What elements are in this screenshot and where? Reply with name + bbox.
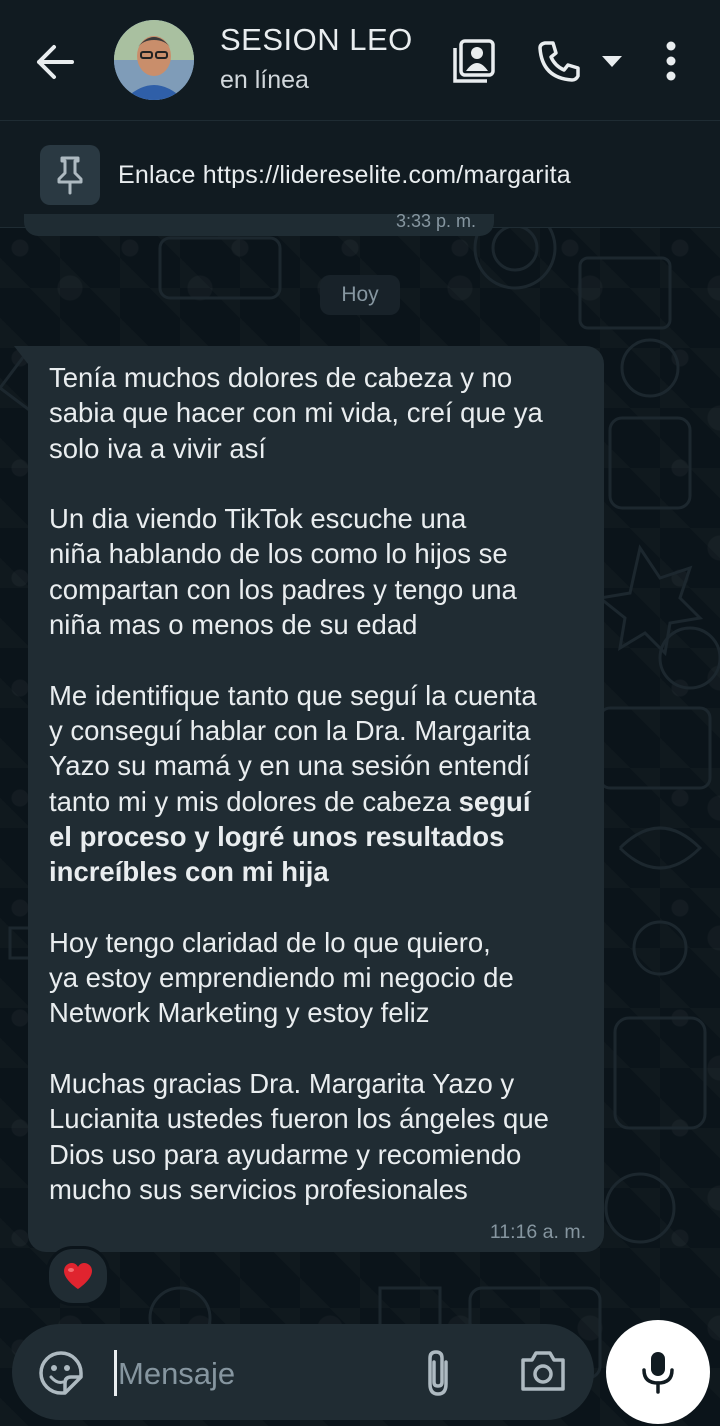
message-paragraph-4: Hoy tengo claridad de lo que quiero, ya … <box>49 926 514 1029</box>
pin-icon <box>57 156 83 195</box>
contacts-button[interactable] <box>450 36 498 86</box>
pinned-message-bar[interactable]: Enlace https://lidereselite.com/margarit… <box>0 121 720 228</box>
contact-status: en línea <box>220 66 309 94</box>
paperclip-icon <box>428 1350 448 1396</box>
message-timestamp: 11:16 a. m. <box>489 1221 586 1243</box>
contacts-icon <box>453 39 495 83</box>
message-composer <box>12 1324 594 1420</box>
chat-header: SESION LEO en línea <box>0 0 720 121</box>
call-options-dropdown[interactable] <box>598 36 626 86</box>
text-cursor <box>114 1350 117 1396</box>
heart-icon <box>64 1263 92 1289</box>
voice-message-button[interactable] <box>606 1320 710 1424</box>
camera-icon <box>521 1351 565 1391</box>
contact-avatar[interactable] <box>114 20 194 100</box>
phone-icon <box>538 41 580 82</box>
more-vert-icon <box>666 41 676 81</box>
contact-name[interactable]: SESION LEO <box>220 22 413 58</box>
microphone-icon <box>642 1352 674 1394</box>
pin-badge <box>40 145 100 205</box>
pinned-message-text: Enlace https://lidereselite.com/margarit… <box>118 161 571 189</box>
previous-message-time: 3:33 p. m. <box>24 214 494 236</box>
emoji-sticker-button[interactable] <box>38 1350 84 1396</box>
date-separator: Hoy <box>320 275 400 315</box>
message-paragraph-5: Muchas gracias Dra. Margarita Yazo y Luc… <box>49 1067 549 1205</box>
back-arrow-icon <box>37 45 74 79</box>
sticker-emoji-icon <box>39 1351 83 1395</box>
back-button[interactable] <box>28 36 80 88</box>
attach-button[interactable] <box>416 1348 462 1398</box>
avatar-photo <box>114 20 194 100</box>
message-text: Tenía muchos dolores de cabeza y no sabi… <box>49 360 584 1207</box>
incoming-message-bubble[interactable]: Tenía muchos dolores de cabeza y no sabi… <box>14 346 604 1252</box>
dropdown-caret-icon <box>602 56 622 67</box>
voice-call-button[interactable] <box>534 36 582 86</box>
camera-button[interactable] <box>518 1348 568 1398</box>
message-paragraph-1: Tenía muchos dolores de cabeza y no sabi… <box>49 362 543 464</box>
more-options-button[interactable] <box>656 36 686 86</box>
message-input[interactable] <box>118 1352 398 1396</box>
message-reaction[interactable] <box>46 1246 110 1306</box>
message-paragraph-2: Un dia viendo TikTok escuche una niña ha… <box>49 503 517 641</box>
